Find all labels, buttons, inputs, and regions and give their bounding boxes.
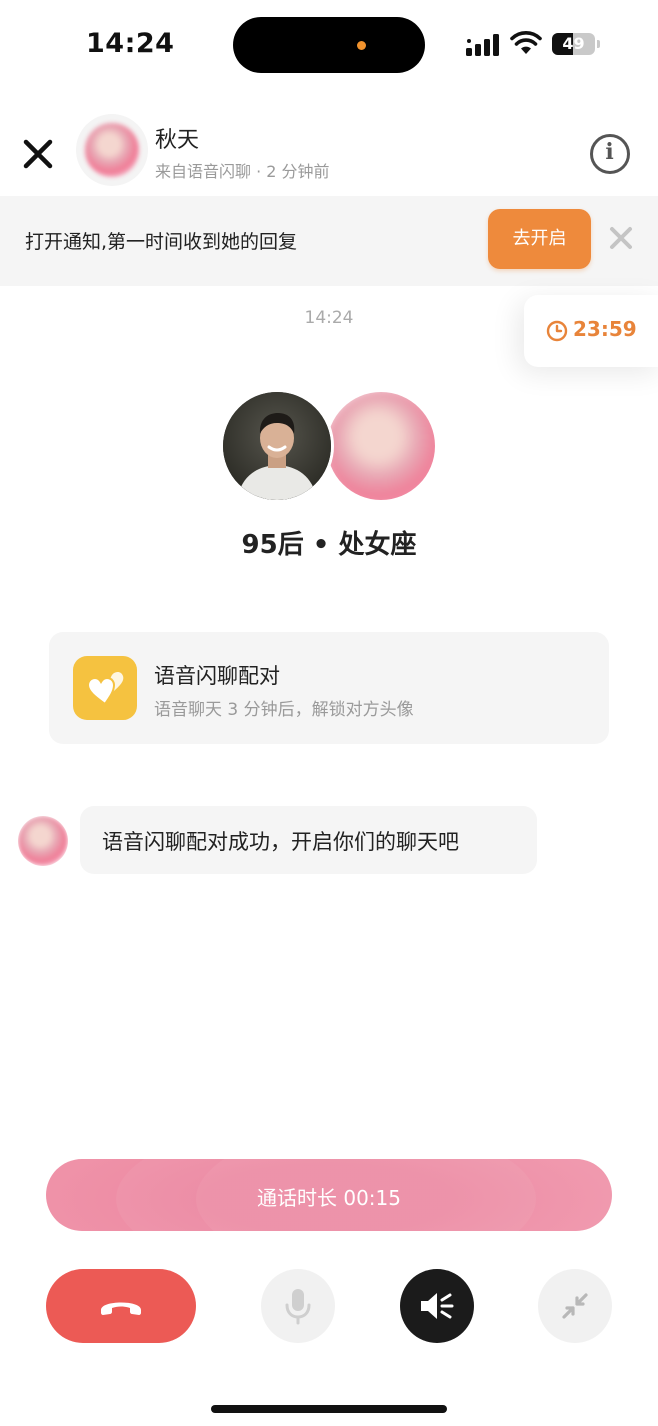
contact-name[interactable]: 秋天 bbox=[155, 122, 199, 154]
status-bar: 14:24 49 bbox=[0, 0, 658, 90]
microphone-button[interactable] bbox=[261, 1269, 335, 1343]
countdown-text: 23:59 bbox=[573, 317, 637, 341]
hearts-icon bbox=[73, 656, 137, 720]
voice-match-card: 语音闪聊配对 语音聊天 3 分钟后，解锁对方头像 bbox=[49, 632, 609, 744]
dynamic-island bbox=[233, 17, 425, 73]
contact-subtitle: 来自语音闪聊 · 2 分钟前 bbox=[155, 162, 330, 181]
message-bubble[interactable]: 语音闪聊配对成功，开启你们的聊天吧 bbox=[80, 806, 537, 874]
status-time: 14:24 bbox=[86, 28, 175, 59]
card-title: 语音闪聊配对 bbox=[154, 664, 280, 688]
close-icon[interactable] bbox=[20, 136, 56, 172]
clock-icon bbox=[546, 320, 568, 342]
sender-avatar[interactable] bbox=[18, 816, 68, 866]
microphone-icon bbox=[285, 1289, 311, 1325]
message-text: 语音闪聊配对成功，开启你们的聊天吧 bbox=[102, 830, 459, 854]
speaker-icon bbox=[421, 1293, 454, 1319]
home-indicator[interactable] bbox=[211, 1405, 447, 1413]
battery-level: 49 bbox=[562, 34, 585, 53]
countdown-timer[interactable]: 23:59 bbox=[524, 295, 658, 367]
cellular-signal-icon bbox=[466, 34, 499, 56]
speaker-button[interactable] bbox=[400, 1269, 474, 1343]
close-icon[interactable] bbox=[607, 224, 635, 252]
chat-header: 秋天 来自语音闪聊 · 2 分钟前 i bbox=[0, 110, 658, 196]
battery-indicator: 49 bbox=[552, 33, 600, 55]
notification-banner: 打开通知,第一时间收到她的回复 去开启 bbox=[0, 196, 658, 286]
contact-avatar[interactable] bbox=[76, 114, 148, 186]
matched-user-avatar[interactable] bbox=[324, 389, 438, 503]
phone-hangup-icon bbox=[101, 1302, 141, 1315]
card-subtitle: 语音聊天 3 分钟后，解锁对方头像 bbox=[154, 700, 414, 720]
enable-notification-button[interactable]: 去开启 bbox=[488, 209, 591, 269]
my-avatar[interactable] bbox=[220, 389, 334, 503]
notification-text: 打开通知,第一时间收到她的回复 bbox=[25, 231, 298, 253]
match-caption: 95后 • 处女座 bbox=[241, 530, 417, 560]
call-duration-bar[interactable]: 通话时长 00:15 bbox=[46, 1159, 612, 1231]
wifi-icon bbox=[510, 31, 542, 54]
info-icon[interactable]: i bbox=[590, 134, 630, 174]
matched-avatars bbox=[220, 389, 438, 503]
minimize-button[interactable] bbox=[538, 1269, 612, 1343]
recording-indicator-dot bbox=[357, 41, 366, 50]
minimize-icon bbox=[562, 1293, 588, 1319]
hang-up-button[interactable] bbox=[46, 1269, 196, 1343]
call-duration-text: 通话时长 00:15 bbox=[257, 1186, 401, 1210]
